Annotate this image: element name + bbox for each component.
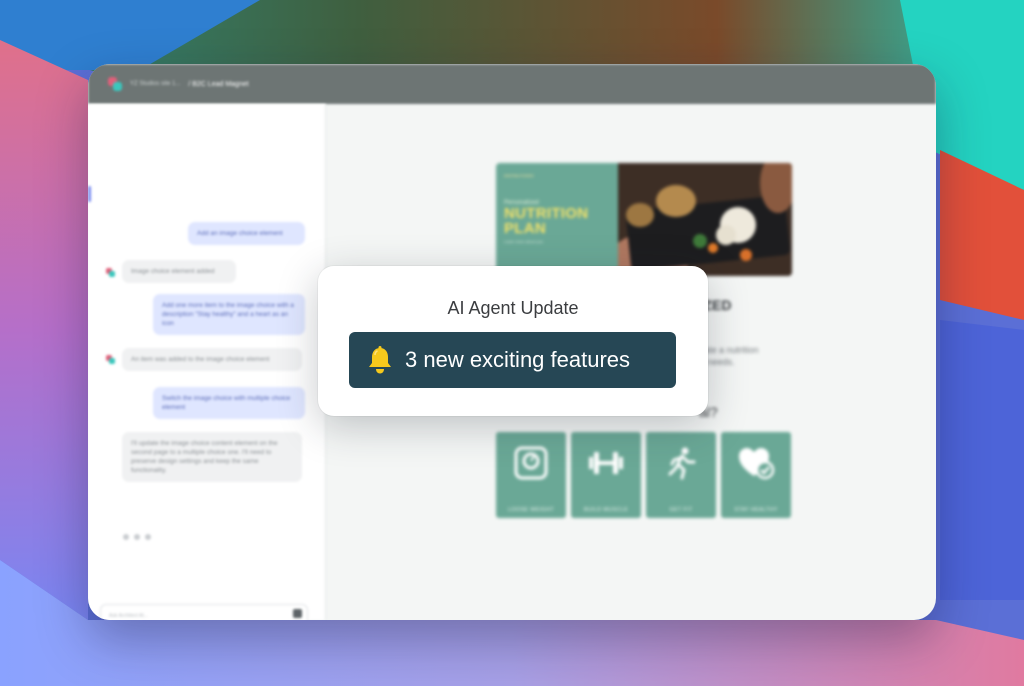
chat-message-user: Add an image choice element <box>188 222 305 245</box>
chat-message-user: Add one more item to the image choice wi… <box>153 294 305 335</box>
choice-label: GET FIT <box>669 507 693 513</box>
bell-icon <box>369 346 391 374</box>
chat-input[interactable]: Ask Architect AI... <box>100 604 308 620</box>
hero-subtitle: Learn more about you <box>504 239 544 244</box>
hero-title: NUTRITION PLAN <box>504 205 589 237</box>
chat-scroll-marker <box>88 186 91 202</box>
typing-indicator <box>123 534 151 540</box>
breadcrumb-current: / B2C Lead Magnet <box>188 80 249 88</box>
choice-label: STAY HEALTHY <box>734 507 778 513</box>
popup-title: AI Agent Update <box>447 298 579 318</box>
app-logo-icon <box>108 77 122 91</box>
hero-banner: DIGITALFOODS Personalized NUTRITION PLAN… <box>496 163 792 276</box>
ai-agent-update-card: AI Agent Update 3 new exciting features <box>318 266 708 416</box>
choice-build-muscle[interactable]: BUILD MUSCLE <box>571 432 641 518</box>
send-icon[interactable] <box>293 609 302 618</box>
chat-message-bot: An item was added to the image choice el… <box>122 348 302 371</box>
goal-choices: LOOSE WEIGHT BUILD MUSCLE GET FIT STAY H… <box>496 432 791 518</box>
running-icon <box>664 446 698 486</box>
choice-loose-weight[interactable]: LOOSE WEIGHT <box>496 432 566 518</box>
choice-label: LOOSE WEIGHT <box>507 507 555 513</box>
heart-check-icon <box>737 446 775 486</box>
features-badge[interactable]: 3 new exciting features <box>349 332 676 388</box>
chat-message-bot: I'll update the image choice content ele… <box>122 432 302 482</box>
bot-avatar-icon <box>106 268 115 277</box>
window-titlebar: YZ Studios site 1... / B2C Lead Magnet <box>88 64 936 104</box>
hero-food-image <box>608 163 792 276</box>
chat-input-placeholder: Ask Architect AI... <box>109 613 148 619</box>
chat-message-user: Switch the image choice with multiple ch… <box>153 387 305 419</box>
choice-stay-healthy[interactable]: STAY HEALTHY <box>721 432 791 518</box>
choice-label: BUILD MUSCLE <box>583 507 629 513</box>
chat-panel: Add an image choice element Image choice… <box>88 104 326 620</box>
features-badge-text: 3 new exciting features <box>405 347 631 372</box>
hero-tag: DIGITALFOODS <box>504 173 534 178</box>
chat-message-bot: Image choice element added <box>122 260 236 283</box>
scale-icon <box>514 446 548 486</box>
breadcrumb-parent[interactable]: YZ Studios site 1... <box>130 81 180 87</box>
dumbbell-icon <box>587 446 625 486</box>
choice-get-fit[interactable]: GET FIT <box>646 432 716 518</box>
bot-avatar-icon <box>106 355 115 364</box>
